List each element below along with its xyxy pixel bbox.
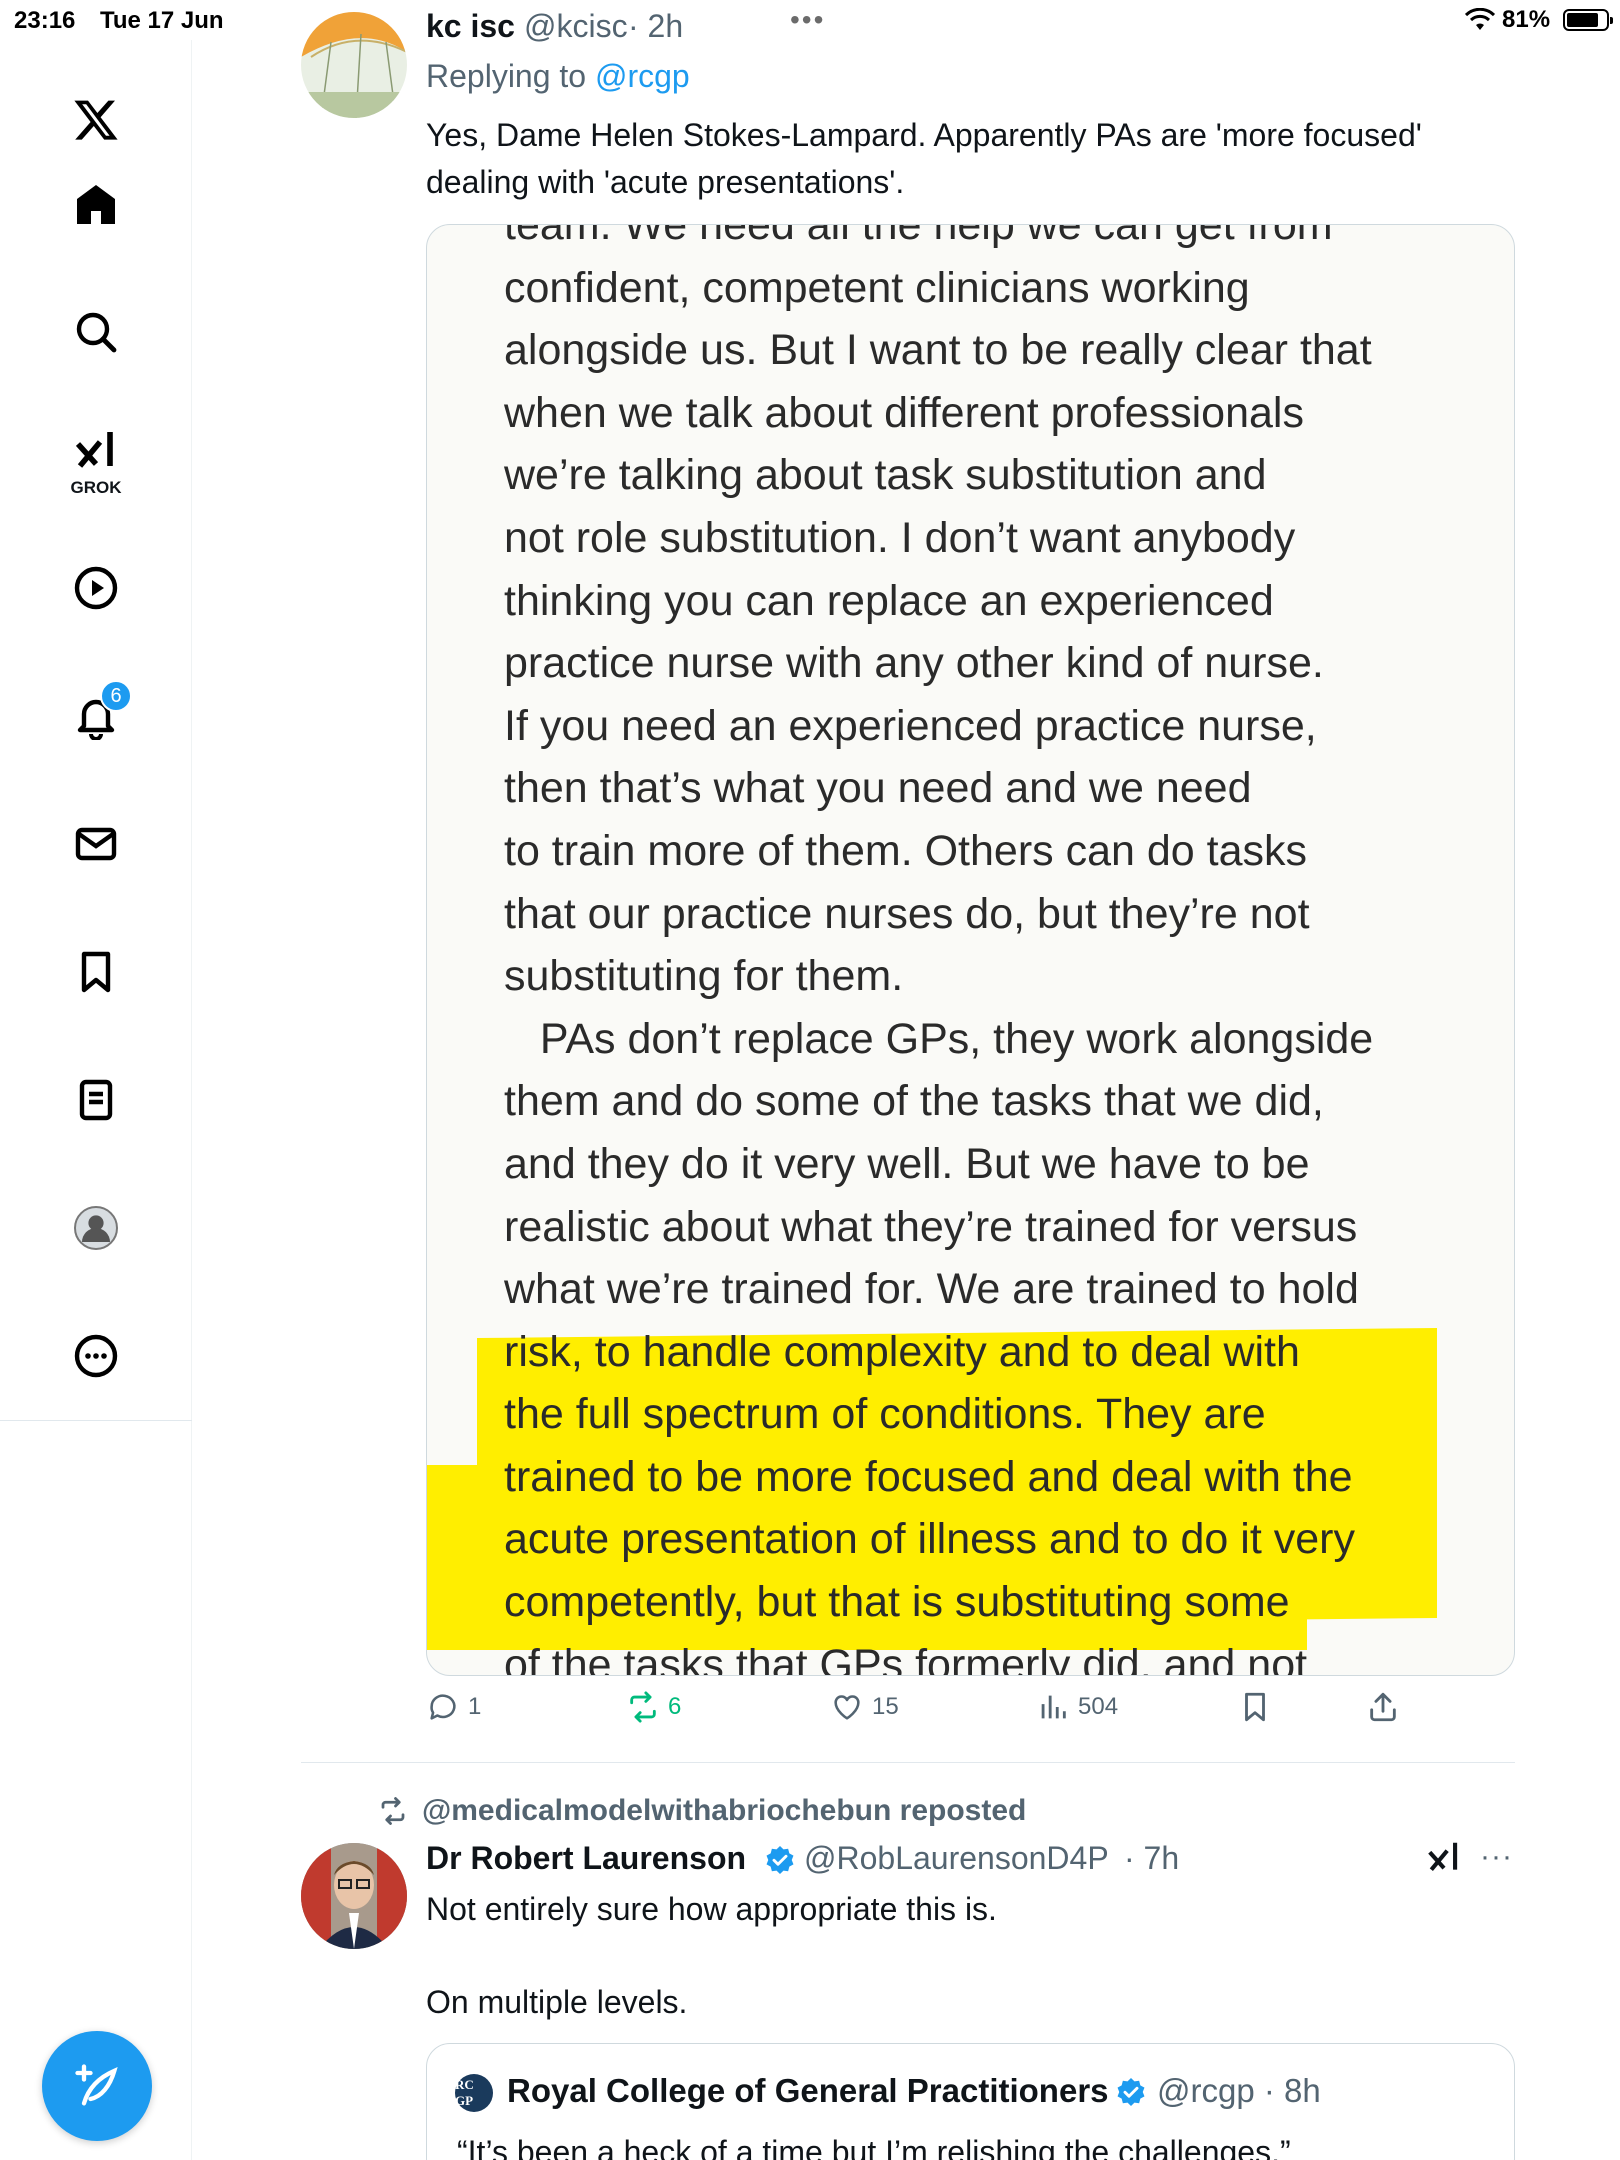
- reply-button[interactable]: 1: [426, 1690, 481, 1724]
- heart-icon: [834, 1695, 860, 1720]
- grok-icon[interactable]: [1425, 1838, 1463, 1881]
- notifications-badge: 6: [100, 680, 132, 712]
- scanned-text-line: that our practice nurses do, but they’re…: [504, 889, 1310, 938]
- tweet-time[interactable]: · 2h: [628, 8, 683, 45]
- play-icon[interactable]: [66, 558, 126, 618]
- share-icon: [1370, 1692, 1396, 1722]
- scanned-text-line: alongside us. But I want to be really cl…: [504, 326, 1372, 375]
- sidebar-divider: [0, 1420, 192, 1421]
- grok-label: GROK: [70, 478, 122, 497]
- scanned-text-line: thinking you can replace an experienced: [504, 576, 1274, 625]
- compose-button[interactable]: [42, 2031, 152, 2141]
- scanned-text-line: not role substitution. I don’t want anyb…: [504, 513, 1296, 562]
- status-bar: 23:16 Tue 17 Jun ••• 81%: [0, 0, 1620, 40]
- views-count: 504: [1078, 1693, 1119, 1720]
- author-name[interactable]: Dr Robert Laurenson: [426, 1840, 746, 1877]
- replying-prefix: Replying to: [426, 58, 587, 94]
- tweet-text: Not entirely sure how appropriate this i…: [426, 1886, 997, 2026]
- scanned-text-line: then that’s what you need and we need: [504, 764, 1252, 813]
- repost-button[interactable]: 6: [626, 1690, 681, 1724]
- tweet-image[interactable]: team. We need all the help we can get fr…: [426, 224, 1515, 1676]
- scanned-text-line: acute presentation of illness and to do …: [504, 1515, 1355, 1564]
- replying-to: Replying to @rcgp: [426, 58, 690, 95]
- bookmark-icon[interactable]: [66, 942, 126, 1002]
- quoted-avatar[interactable]: RC GP: [455, 2074, 493, 2112]
- status-time: 23:16: [14, 7, 76, 34]
- sidebar: GROK 6: [0, 40, 192, 2160]
- battery-percentage: 81%: [1502, 6, 1551, 33]
- scanned-text-line: realistic about what they’re trained for…: [504, 1202, 1358, 1251]
- tweet-text: Yes, Dame Helen Stokes-Lampard. Apparent…: [426, 112, 1422, 206]
- reply-icon: [430, 1694, 456, 1720]
- quoted-tweet[interactable]: RC GP Royal College of General Practitio…: [426, 2043, 1515, 2160]
- author-name[interactable]: kc isc: [426, 8, 515, 45]
- tweet-text-line: On multiple levels.: [426, 1984, 688, 2020]
- repost-count: 6: [668, 1693, 682, 1720]
- tweet-divider: [301, 1762, 1515, 1763]
- repost-attribution[interactable]: @medicalmodelwithabriochebun reposted: [378, 1794, 1026, 1828]
- bookmark-button[interactable]: [1238, 1690, 1272, 1724]
- scanned-text-line: the full spectrum of conditions. They ar…: [504, 1390, 1266, 1439]
- scanned-text-line: them and do some of the tasks that we di…: [504, 1077, 1324, 1126]
- views-icon: [1041, 1695, 1066, 1719]
- scanned-text-line: when we talk about different professiona…: [504, 388, 1304, 437]
- tweet-actions: 1 6 15 504: [426, 1690, 1516, 1740]
- scanned-text-line: trained to be more focused and deal with…: [504, 1452, 1353, 1501]
- quoted-author-name[interactable]: Royal College of General Practitioners: [507, 2072, 1109, 2110]
- views-button[interactable]: 504: [1036, 1690, 1118, 1724]
- mail-icon[interactable]: [66, 814, 126, 874]
- multitasking-dots-icon[interactable]: •••: [790, 4, 825, 36]
- more-icon[interactable]: [66, 1326, 126, 1386]
- scanned-text-line: confident, competent clinicians working: [504, 263, 1250, 312]
- compose-icon: [75, 2064, 118, 2106]
- tweet-text-line: Yes, Dame Helen Stokes-Lampard. Apparent…: [426, 117, 1422, 153]
- scanned-text: team. We need all the help we can get fr…: [504, 224, 1374, 1676]
- home-icon[interactable]: [66, 174, 126, 234]
- scanned-text-line: to train more of them. Others can do tas…: [504, 826, 1308, 875]
- battery-icon: [1563, 9, 1613, 31]
- scanned-text-line: substituting for them.: [504, 952, 904, 1001]
- scanned-text-line: of the tasks that GPs formerly did, and …: [504, 1640, 1308, 1676]
- list-icon[interactable]: [66, 1070, 126, 1130]
- scanned-text-line: what we’re trained for. We are trained t…: [504, 1265, 1359, 1314]
- status-date: Tue 17 Jun: [100, 7, 224, 34]
- scanned-text-line: and they do it very well. But we have to…: [504, 1139, 1310, 1188]
- avatar[interactable]: [301, 1843, 407, 1949]
- grok-icon[interactable]: [66, 420, 126, 480]
- reply-count: 1: [468, 1693, 482, 1720]
- like-button[interactable]: 15: [830, 1690, 899, 1724]
- tweet-time[interactable]: · 7h: [1124, 1840, 1179, 1877]
- more-options-icon[interactable]: ···: [1480, 1840, 1513, 1874]
- tweet-text-line: dealing with 'acute presentations'.: [426, 164, 905, 200]
- quoted-text: “It’s been a heck of a time but I’m reli…: [457, 2134, 1291, 2160]
- author-handle[interactable]: @RobLaurensonD4P: [804, 1840, 1109, 1877]
- bell-icon[interactable]: 6: [66, 680, 132, 746]
- scanned-text-line: team. We need all the help we can get fr…: [504, 224, 1333, 249]
- profile-icon[interactable]: [66, 1198, 126, 1258]
- tweet-text-line: Not entirely sure how appropriate this i…: [426, 1891, 997, 1927]
- repost-icon: [381, 1797, 405, 1825]
- bookmark-icon: [1245, 1692, 1265, 1722]
- scanned-text-line: PAs don’t replace GPs, they work alongsi…: [504, 1014, 1374, 1063]
- author-handle[interactable]: @kcisc: [524, 8, 628, 45]
- repost-attribution-text: @medicalmodelwithabriochebun reposted: [422, 1794, 1027, 1827]
- scanned-text-line: practice nurse with any other kind of nu…: [504, 639, 1324, 688]
- share-button[interactable]: [1366, 1690, 1400, 1724]
- wifi-icon: [1464, 7, 1496, 39]
- avatar[interactable]: [301, 12, 407, 118]
- x-logo-icon[interactable]: [66, 90, 126, 150]
- quoted-author-handle[interactable]: @rcgp · 8h: [1157, 2072, 1321, 2110]
- verified-badge-icon: [1115, 2076, 1147, 2113]
- verified-badge-icon: [764, 1844, 796, 1876]
- scanned-text-line: If you need an experienced practice nurs…: [504, 701, 1317, 750]
- scanned-text-line: competently, but that is substituting so…: [504, 1578, 1290, 1627]
- repost-icon: [630, 1691, 656, 1723]
- search-icon[interactable]: [66, 302, 126, 362]
- scanned-text-line: we’re talking about task substitution an…: [504, 451, 1267, 500]
- like-count: 15: [872, 1693, 899, 1720]
- scanned-text-line: risk, to handle complexity and to deal w…: [504, 1327, 1300, 1376]
- replying-mention-link[interactable]: @rcgp: [595, 58, 690, 94]
